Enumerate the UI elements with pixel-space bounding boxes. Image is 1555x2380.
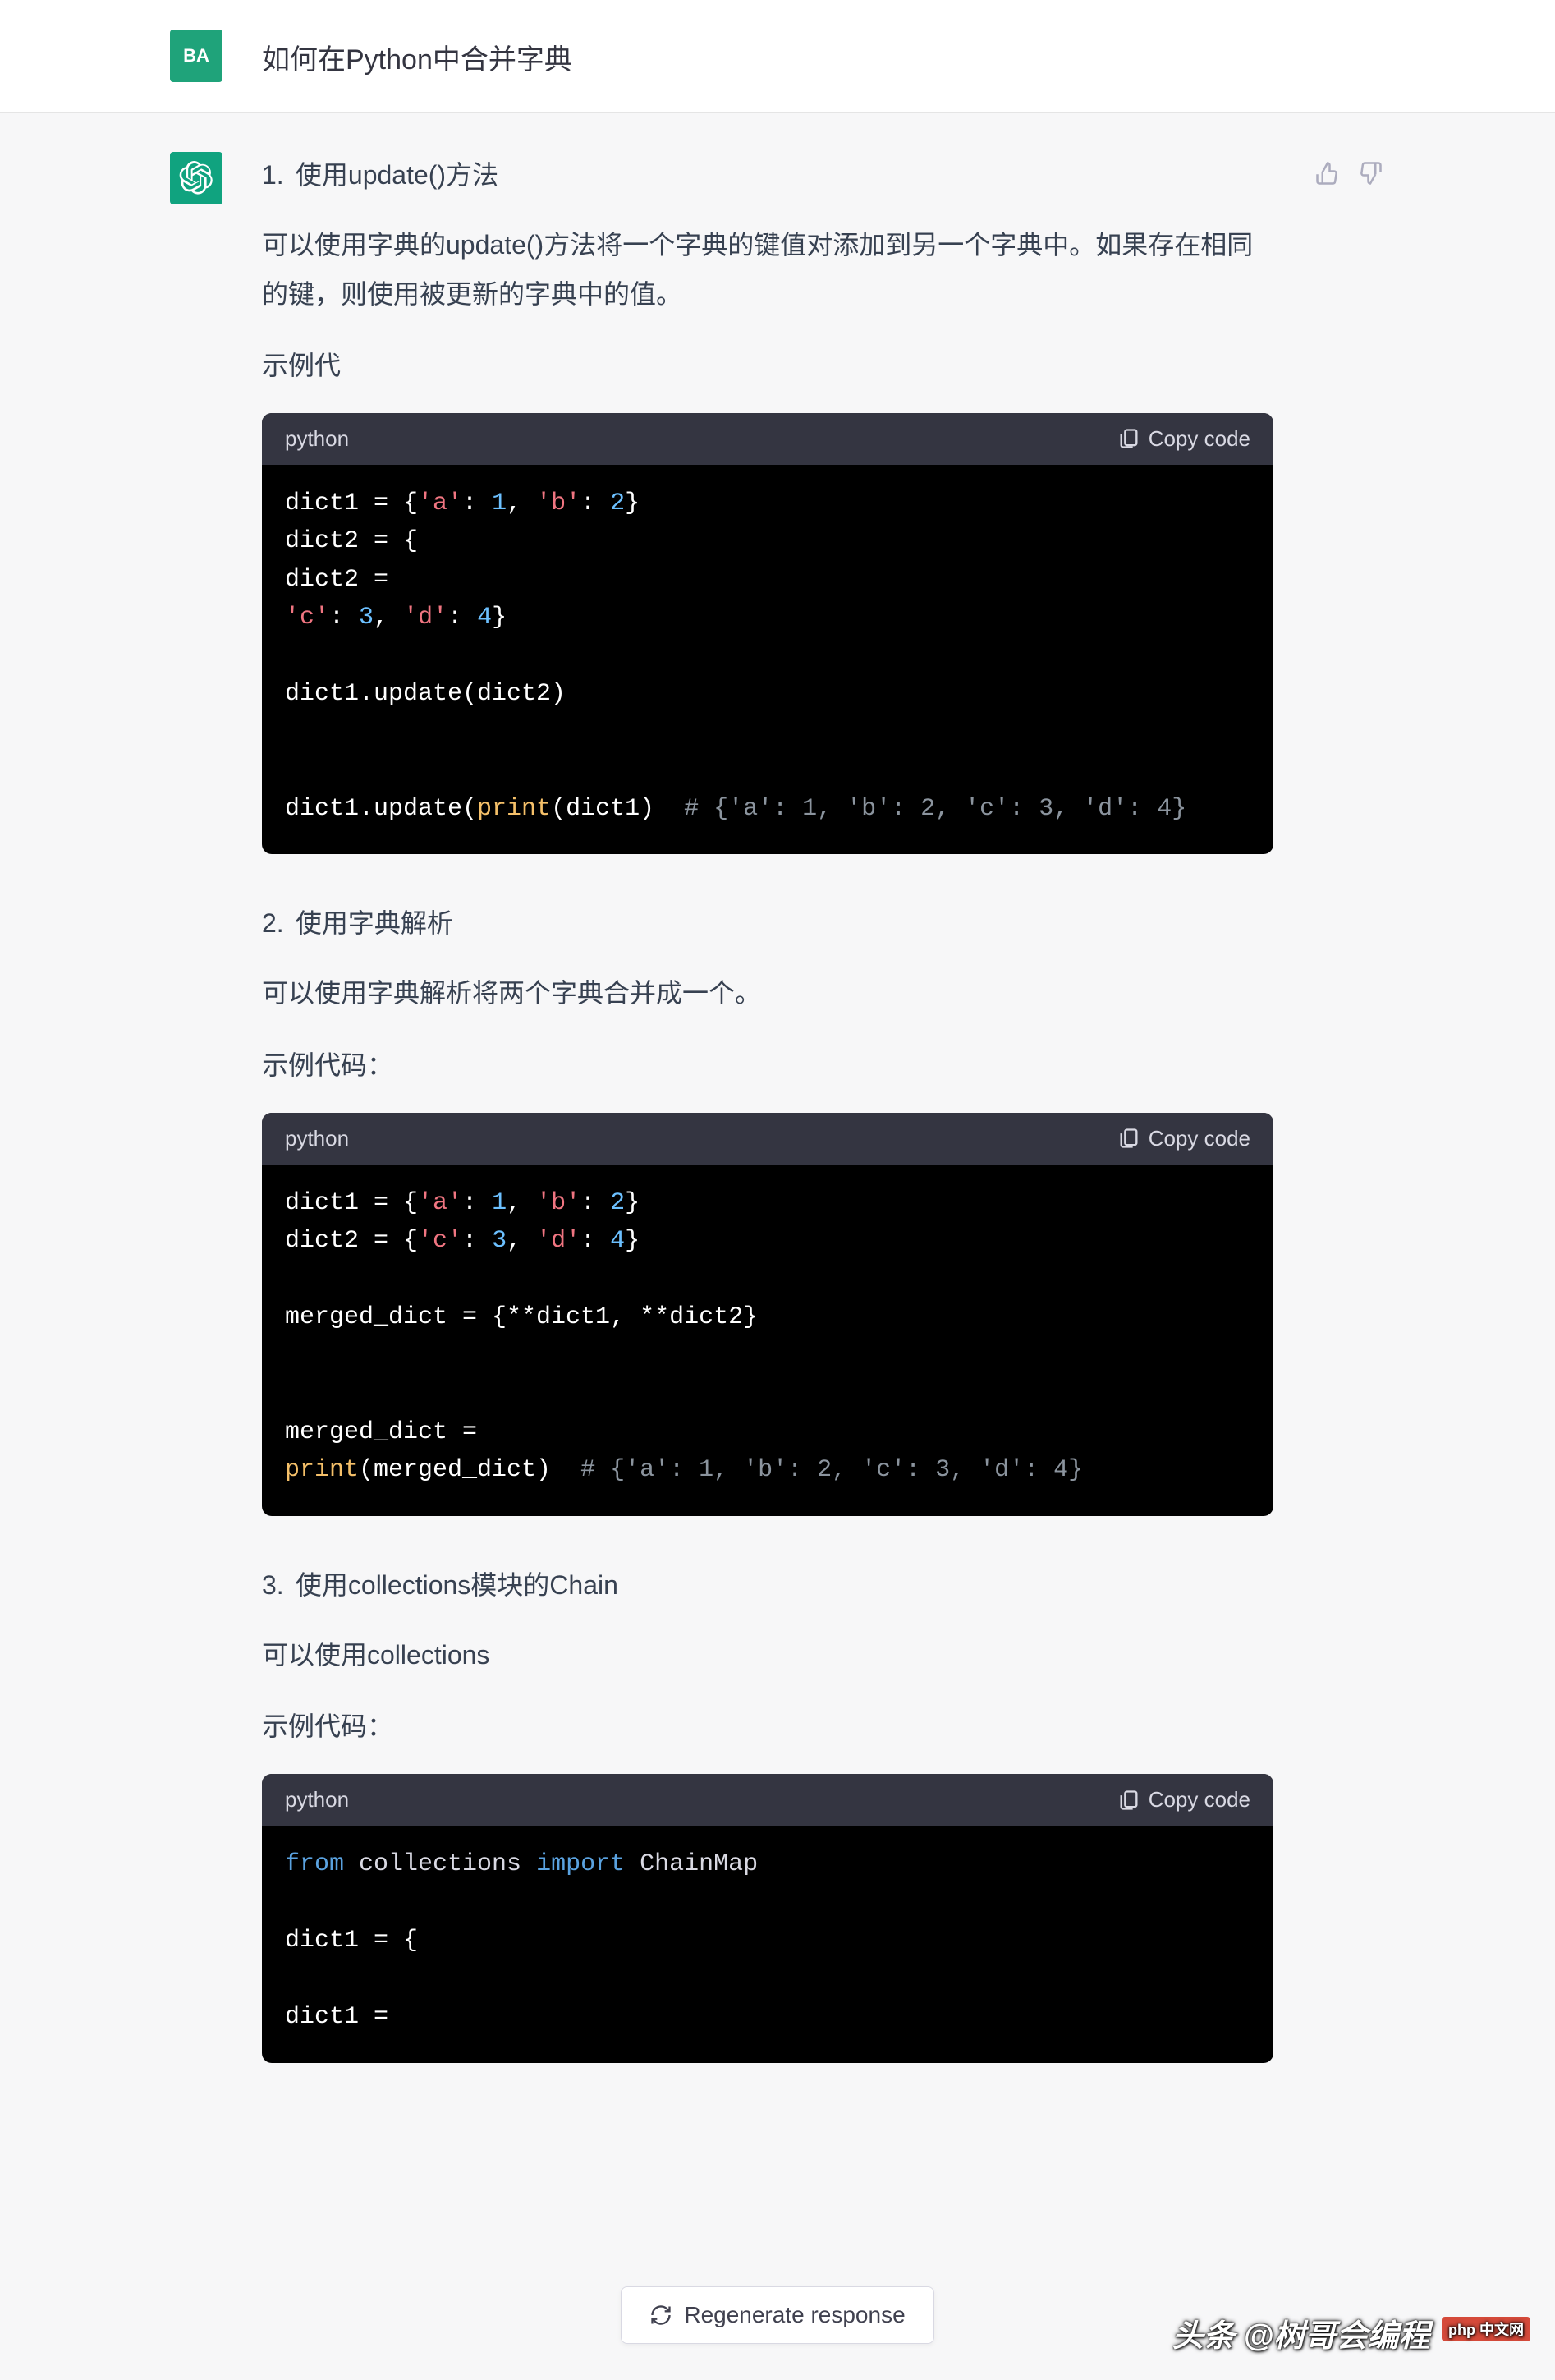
code-header-2: python Copy code <box>262 1113 1273 1165</box>
user-message-row: BA 如何在Python中合并字典 <box>0 0 1555 113</box>
code-body-1[interactable]: dict1 = {'a': 1, 'b': 2} dict2 = { dict2… <box>262 465 1273 855</box>
code-body-2[interactable]: dict1 = {'a': 1, 'b': 2} dict2 = {'c': 3… <box>262 1165 1273 1516</box>
section-3-body: 可以使用collections <box>262 1631 1273 1679</box>
assistant-avatar <box>170 152 222 204</box>
code-lang-label: python <box>285 1787 349 1813</box>
regenerate-wrap: Regenerate response <box>0 2286 1555 2344</box>
copy-code-button[interactable]: Copy code <box>1117 426 1250 452</box>
copy-code-button[interactable]: Copy code <box>1117 1126 1250 1151</box>
clipboard-icon <box>1117 1789 1140 1812</box>
assistant-message-row: 1. 使用update()方法 可以使用字典的update()方法将一个字典的键… <box>0 113 1555 2223</box>
copy-code-button[interactable]: Copy code <box>1117 1787 1250 1813</box>
regenerate-button[interactable]: Regenerate response <box>621 2286 933 2344</box>
section-3-example-label: 示例代码： <box>262 1702 1273 1751</box>
clipboard-icon <box>1117 427 1140 450</box>
section-1-body: 可以使用字典的update()方法将一个字典的键值对添加到另一个字典中。如果存在… <box>262 221 1273 318</box>
feedback-buttons <box>1313 152 1385 188</box>
assistant-content: 1. 使用update()方法 可以使用字典的update()方法将一个字典的键… <box>262 152 1273 2108</box>
thumbs-up-icon <box>1315 161 1340 186</box>
code-lang-label: python <box>285 1126 349 1151</box>
user-avatar: BA <box>170 30 222 82</box>
watermark: 头条 @树哥会编程 php 中文网 <box>1172 2310 1530 2355</box>
user-avatar-initials: BA <box>183 45 209 67</box>
user-prompt: 如何在Python中合并字典 <box>262 30 572 82</box>
section-2-example-label: 示例代码： <box>262 1041 1273 1090</box>
clipboard-icon <box>1117 1127 1140 1150</box>
thumbs-up-button[interactable] <box>1313 159 1342 188</box>
code-block-3: python Copy code from collections import… <box>262 1774 1273 2063</box>
thumbs-down-icon <box>1358 161 1383 186</box>
section-1-title: 1. 使用update()方法 <box>262 152 1273 198</box>
code-header-3: python Copy code <box>262 1774 1273 1826</box>
section-2-title: 2. 使用字典解析 <box>262 900 1273 946</box>
section-3-title: 3. 使用collections模块的Chain <box>262 1562 1273 1608</box>
code-header-1: python Copy code <box>262 413 1273 465</box>
thumbs-down-button[interactable] <box>1355 159 1385 188</box>
code-block-1: python Copy code dict1 = {'a': 1, 'b': 2… <box>262 413 1273 855</box>
code-lang-label: python <box>285 426 349 452</box>
refresh-icon <box>649 2304 672 2327</box>
section-1-example-label: 示例代 <box>262 342 1273 390</box>
code-body-3[interactable]: from collections import ChainMap dict1 =… <box>262 1826 1273 2063</box>
code-block-2: python Copy code dict1 = {'a': 1, 'b': 2… <box>262 1113 1273 1516</box>
section-2-body: 可以使用字典解析将两个字典合并成一个。 <box>262 969 1273 1018</box>
watermark-badge: php 中文网 <box>1442 2317 1530 2341</box>
openai-logo-icon <box>179 161 213 195</box>
